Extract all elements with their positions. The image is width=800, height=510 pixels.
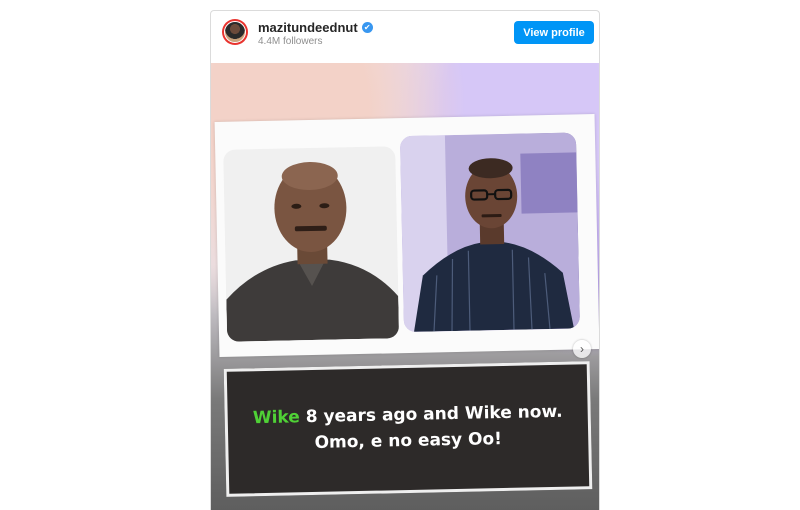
caption-text: Wike 8 years ago and Wike now. Omo, e no… [227,398,588,458]
caption-banner: Wike 8 years ago and Wike now. Omo, e no… [224,361,593,497]
username[interactable]: mazitundeednut [258,20,358,35]
avatar-image [224,21,246,43]
post-header: mazitundeednut ✔ 4.4M followers View pro… [211,11,599,61]
username-row[interactable]: mazitundeednut ✔ [258,20,373,35]
followers-count: 4.4M followers [258,36,322,47]
verified-badge-icon: ✔ [362,22,373,33]
photo-before [223,146,399,342]
photo-after [400,132,580,332]
instagram-embed: mazitundeednut ✔ 4.4M followers View pro… [210,10,600,510]
portrait-after-image [400,132,580,332]
caption-line2: Omo, e no easy Oo! [314,429,502,453]
chevron-right-icon[interactable]: › [573,340,591,358]
caption-line1: 8 years ago and Wike now. [300,402,563,427]
caption-highlight: Wike [253,407,300,428]
avatar[interactable] [222,19,248,45]
portrait-before-image [223,146,399,342]
photo-card [215,114,600,357]
view-profile-button[interactable]: View profile [514,21,594,44]
post-media[interactable]: › Wike 8 years ago and Wike now. Omo, e … [211,63,600,510]
